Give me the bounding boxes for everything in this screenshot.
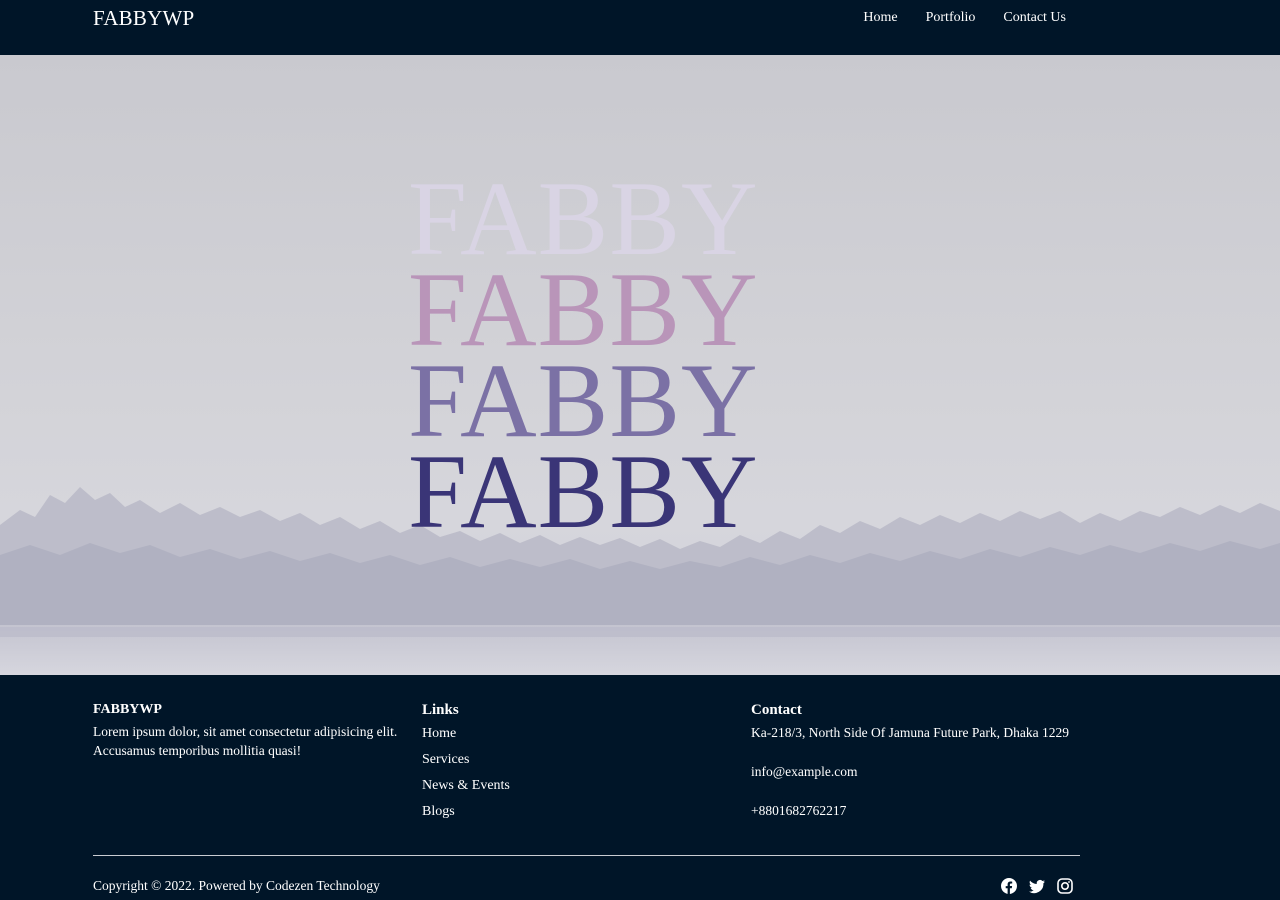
footer-links-title: Links	[422, 702, 459, 718]
site-header: FABBYWP Home Portfolio Contact Us	[0, 0, 1280, 55]
nav-portfolio-link[interactable]: Portfolio	[926, 10, 976, 26]
footer-links: Links Home Services News & Events Blogs	[422, 702, 722, 828]
copyright-text: Copyright © 2022. Powered by Codezen Tec…	[93, 878, 380, 893]
nav-contact-link[interactable]: Contact Us	[1003, 10, 1066, 26]
facebook-icon[interactable]	[1001, 878, 1017, 894]
hero-title-stack: FABBY FABBY FABBY FABBY	[408, 166, 828, 550]
footer-about-title: FABBYWP	[93, 702, 162, 717]
footer-link-home[interactable]: Home	[422, 724, 722, 750]
main-nav: Home Portfolio Contact Us	[863, 10, 1066, 26]
footer-contact: Contact Ka-218/3, North Side Of Jamuna F…	[751, 702, 1111, 841]
footer-about-text: Lorem ipsum dolor, sit amet consectetur …	[93, 724, 398, 758]
contact-email[interactable]: info@example.com	[751, 763, 1111, 802]
contact-address: Ka-218/3, North Side Of Jamuna Future Pa…	[751, 725, 1069, 740]
site-footer: FABBYWP Lorem ipsum dolor, sit amet cons…	[0, 675, 1280, 900]
footer-link-blogs[interactable]: Blogs	[422, 802, 722, 828]
footer-contact-title: Contact	[751, 702, 802, 718]
hero-title-line-4: FABBY	[408, 433, 759, 550]
nav-home-link[interactable]: Home	[863, 10, 897, 26]
contact-phone[interactable]: +8801682762217	[751, 802, 1111, 841]
footer-divider	[93, 855, 1080, 856]
footer-about: FABBYWP Lorem ipsum dolor, sit amet cons…	[93, 702, 413, 760]
footer-link-services[interactable]: Services	[422, 750, 722, 776]
instagram-icon[interactable]	[1057, 878, 1073, 894]
social-links	[1001, 878, 1073, 894]
footer-link-news-events[interactable]: News & Events	[422, 776, 722, 802]
twitter-icon[interactable]	[1029, 878, 1045, 894]
hero-section: FABBY FABBY FABBY FABBY	[0, 55, 1280, 675]
site-logo[interactable]: FABBYWP	[93, 6, 194, 31]
